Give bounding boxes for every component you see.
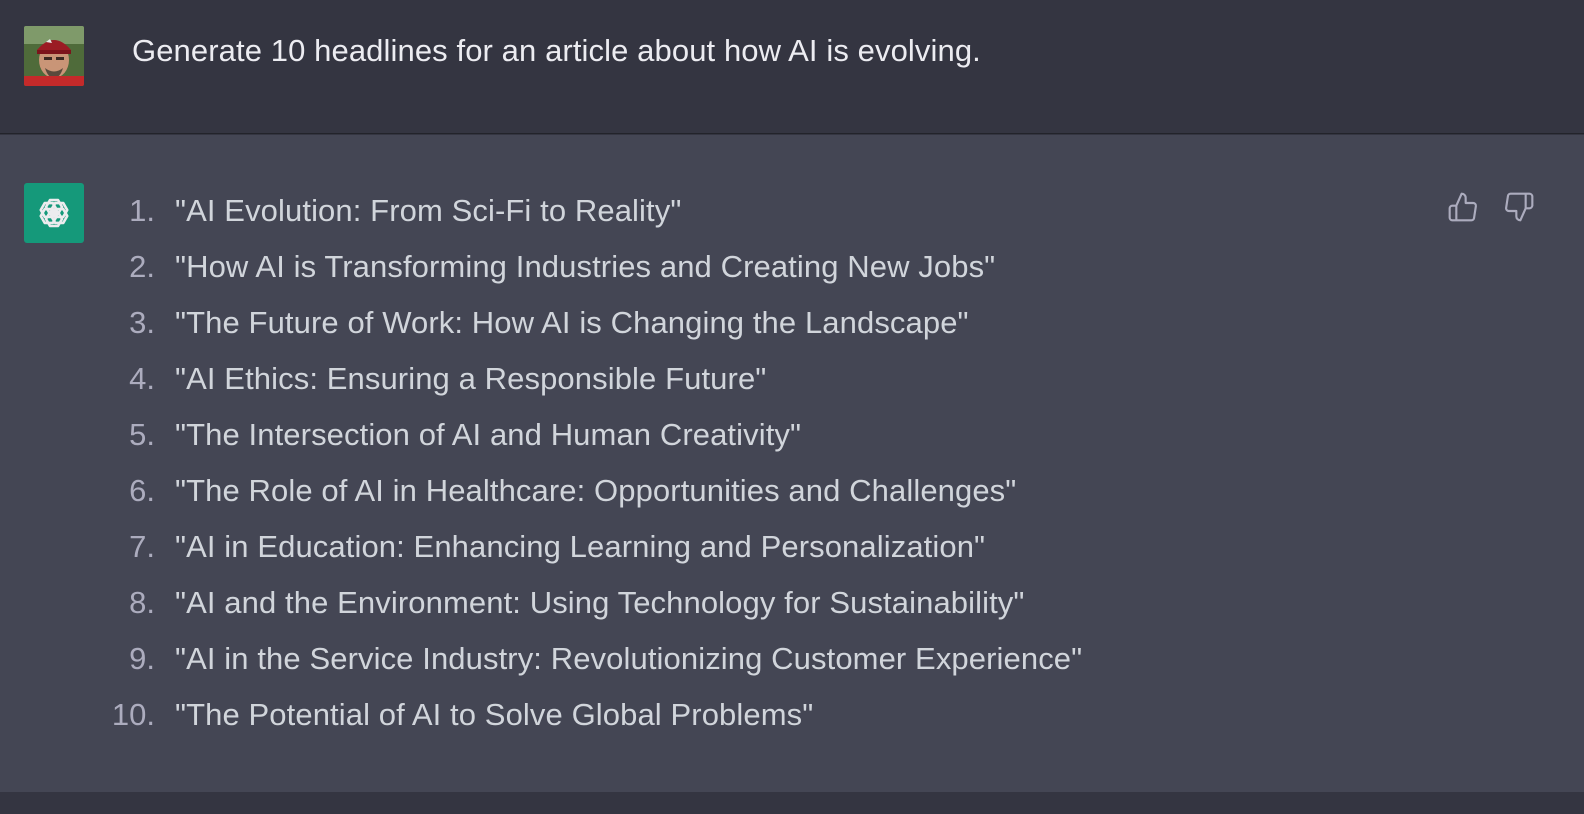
headline-text: "AI Ethics: Ensuring a Responsible Futur… xyxy=(175,361,767,396)
headline-item: 10. "The Potential of AI to Solve Global… xyxy=(0,695,1300,751)
headline-text: "AI and the Environment: Using Technolog… xyxy=(175,585,1025,620)
headline-text: "AI in the Service Industry: Revolutioni… xyxy=(175,641,1083,676)
thumbs-up-button[interactable] xyxy=(1443,187,1483,227)
thumbs-down-icon xyxy=(1505,192,1534,222)
headline-text: "How AI is Transforming Industries and C… xyxy=(175,249,996,284)
bottom-bar xyxy=(0,792,1584,814)
headline-number: 4. xyxy=(129,361,155,396)
headline-number: 6. xyxy=(129,473,155,508)
headline-text: "AI Evolution: From Sci-Fi to Reality" xyxy=(175,193,682,228)
headline-item: 4. "AI Ethics: Ensuring a Responsible Fu… xyxy=(0,359,1300,415)
headline-number: 2. xyxy=(129,249,155,284)
assistant-message-row: 1. "AI Evolution: From Sci-Fi to Reality… xyxy=(0,135,1584,792)
headline-text: "The Intersection of AI and Human Creati… xyxy=(175,417,802,452)
headline-number: 8. xyxy=(129,585,155,620)
headline-number: 1. xyxy=(129,193,155,228)
thumbs-up-icon xyxy=(1448,192,1477,222)
headline-number: 3. xyxy=(129,305,155,340)
thumbs-down-button[interactable] xyxy=(1499,187,1539,227)
user-avatar xyxy=(24,26,84,86)
headline-number: 10. xyxy=(111,697,155,732)
headline-item: 6. "The Role of AI in Healthcare: Opport… xyxy=(0,471,1300,527)
user-prompt-text: Generate 10 headlines for an article abo… xyxy=(132,33,981,68)
headline-text: "The Role of AI in Healthcare: Opportuni… xyxy=(175,473,1017,508)
headline-item: 5. "The Intersection of AI and Human Cre… xyxy=(0,415,1300,471)
headline-item: 1. "AI Evolution: From Sci-Fi to Reality… xyxy=(0,191,1300,247)
user-message-row: Generate 10 headlines for an article abo… xyxy=(0,0,1584,134)
headline-item: 3. "The Future of Work: How AI is Changi… xyxy=(0,303,1300,359)
headline-item: 7. "AI in Education: Enhancing Learning … xyxy=(0,527,1300,583)
headline-text: "The Future of Work: How AI is Changing … xyxy=(175,305,969,340)
headline-number: 7. xyxy=(129,529,155,564)
headline-item: 8. "AI and the Environment: Using Techno… xyxy=(0,583,1300,639)
headline-text: "The Potential of AI to Solve Global Pro… xyxy=(175,697,814,732)
headline-text: "AI in Education: Enhancing Learning and… xyxy=(175,529,986,564)
headline-number: 9. xyxy=(129,641,155,676)
headline-item: 2. "How AI is Transforming Industries an… xyxy=(0,247,1300,303)
headline-list: 1. "AI Evolution: From Sci-Fi to Reality… xyxy=(0,191,1300,751)
headline-number: 5. xyxy=(129,417,155,452)
headline-item: 9. "AI in the Service Industry: Revoluti… xyxy=(0,639,1300,695)
